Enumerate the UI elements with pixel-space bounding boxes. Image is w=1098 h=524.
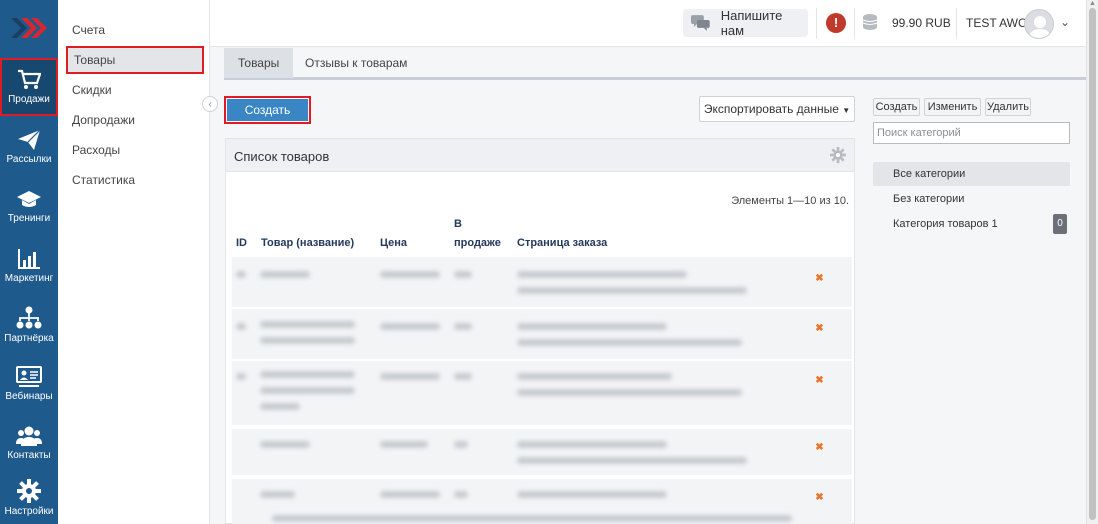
column-header-id[interactable]: ID [236, 234, 247, 253]
nav-marketing[interactable]: Маркетинг [0, 237, 58, 295]
caret-down-icon: ▼ [842, 106, 851, 115]
table-row[interactable]: ✖ [232, 309, 852, 359]
products-panel-header: Список товаров [226, 139, 854, 172]
create-category-button[interactable]: Создать [873, 98, 920, 116]
category-item-uncategorized[interactable]: Без категории [873, 187, 1070, 211]
nav-contacts[interactable]: Контакты [0, 414, 58, 472]
nav-marketing-label: Маркетинг [4, 273, 54, 284]
create-product-label: Создать [227, 99, 308, 121]
items-count: Элементы 1—10 из 10. [731, 195, 849, 207]
nav-contacts-label: Контакты [7, 450, 51, 461]
table-row[interactable]: ✖ [232, 429, 852, 475]
scroll-up-icon[interactable]: ▲ [1089, 0, 1096, 7]
account-balance[interactable]: 99.90 RUB [892, 16, 951, 30]
column-header-name[interactable]: Товар (название) [261, 234, 354, 253]
column-header-order-page[interactable]: Страница заказа [517, 234, 607, 253]
scroll-thumb[interactable] [1089, 8, 1096, 520]
category-count-badge: 0 [1053, 214, 1067, 234]
paper-plane-icon [18, 129, 41, 150]
contact-us-label: Напишите нам [720, 8, 783, 38]
submenu-item-upsells[interactable]: Допродажи [66, 106, 204, 134]
logo-chevrons-icon [11, 17, 47, 38]
export-data-button[interactable]: Экспортировать данные ▼ [699, 96, 855, 122]
page-scrollbar[interactable]: ▲ [1086, 0, 1098, 524]
nav-webinars[interactable]: Вебинары [0, 355, 58, 413]
nav-partners[interactable]: Партнёрка [0, 296, 58, 354]
nav-settings-label: Настройки [4, 506, 54, 517]
submenu-item-discounts[interactable]: Скидки [66, 76, 204, 104]
alert-icon[interactable]: ! [826, 13, 846, 33]
network-icon [16, 306, 42, 329]
category-item-label: Все категории [893, 168, 966, 180]
delete-icon[interactable]: ✖ [815, 493, 824, 503]
header-divider [854, 8, 855, 39]
header-divider [816, 8, 817, 39]
table-row[interactable]: ✖ [232, 479, 852, 524]
nav-trainings-label: Тренинги [7, 213, 51, 224]
chevron-down-icon[interactable]: ⌄ [1060, 15, 1070, 29]
nav-mailings[interactable]: Рассылки [0, 118, 58, 176]
chat-bubbles-icon [691, 15, 710, 31]
gear-icon[interactable] [830, 147, 846, 163]
cart-icon [18, 69, 41, 89]
nav-sales-label: Продажи [8, 94, 50, 105]
app-logo[interactable] [0, 0, 58, 55]
chevron-left-icon: ‹ [208, 98, 212, 110]
table-row[interactable]: ✖ [232, 361, 852, 425]
nav-trainings[interactable]: Тренинги [0, 178, 58, 236]
contact-us-button[interactable]: Напишите нам [683, 8, 808, 38]
column-header-on-sale-line1[interactable]: В [454, 215, 462, 234]
category-item-all[interactable]: Все категории [873, 162, 1070, 186]
products-panel-title: Список товаров [234, 149, 330, 164]
category-item-category-1[interactable]: Категория товаров 1 0 [873, 212, 1070, 236]
submenu-item-invoices[interactable]: Счета [66, 16, 204, 44]
top-header: Напишите нам ! 99.90 RUB TEST AWO ⌄ [210, 0, 1086, 47]
tab-product-reviews[interactable]: Отзывы к товарам [291, 48, 421, 78]
delete-icon[interactable]: ✖ [815, 324, 824, 334]
submenu-item-expenses[interactable]: Расходы [66, 136, 204, 164]
category-item-label: Без категории [893, 193, 965, 205]
gear-icon [17, 479, 41, 503]
main-nav-rail: Продажи Рассылки Тренинги Маркетинг Парт… [0, 0, 58, 524]
user-name[interactable]: TEST AWO [966, 16, 1027, 30]
tab-products[interactable]: Товары [224, 48, 294, 78]
presentation-icon [16, 366, 42, 387]
users-icon [16, 426, 42, 446]
category-item-label: Категория товаров 1 [893, 218, 998, 230]
sales-submenu: Счета Товары Скидки Допродажи Расходы Ст… [58, 0, 210, 524]
bar-chart-icon [18, 249, 40, 269]
graduation-cap-icon [17, 191, 41, 207]
products-tabs: Товары Отзывы к товарам [224, 48, 1086, 80]
coins-icon [862, 14, 878, 30]
edit-category-button[interactable]: Изменить [924, 98, 981, 116]
delete-category-button[interactable]: Удалить [985, 98, 1031, 116]
collapse-submenu-button[interactable]: ‹ [202, 96, 218, 112]
submenu-item-statistics[interactable]: Статистика [66, 166, 204, 194]
table-row[interactable]: ✖ [232, 257, 852, 307]
nav-sales[interactable]: Продажи [0, 58, 58, 116]
column-header-on-sale-line2[interactable]: продаже [454, 234, 501, 253]
header-divider [956, 8, 957, 39]
category-search-input[interactable] [873, 122, 1070, 144]
submenu-item-products[interactable]: Товары [66, 46, 204, 74]
create-product-button[interactable]: Создать [224, 96, 311, 124]
products-panel: Список товаров Элементы 1—10 из 10. ID Т… [225, 138, 855, 524]
user-silhouette-icon [1029, 16, 1051, 38]
delete-icon[interactable]: ✖ [815, 274, 824, 284]
avatar[interactable] [1024, 9, 1054, 39]
nav-webinars-label: Вебинары [5, 391, 53, 402]
column-header-price[interactable]: Цена [380, 234, 407, 253]
delete-icon[interactable]: ✖ [815, 376, 824, 386]
nav-partners-label: Партнёрка [4, 333, 54, 344]
nav-mailings-label: Рассылки [6, 154, 52, 165]
export-data-label: Экспортировать данные [703, 102, 839, 116]
delete-icon[interactable]: ✖ [815, 443, 824, 453]
nav-settings[interactable]: Настройки [0, 472, 58, 524]
